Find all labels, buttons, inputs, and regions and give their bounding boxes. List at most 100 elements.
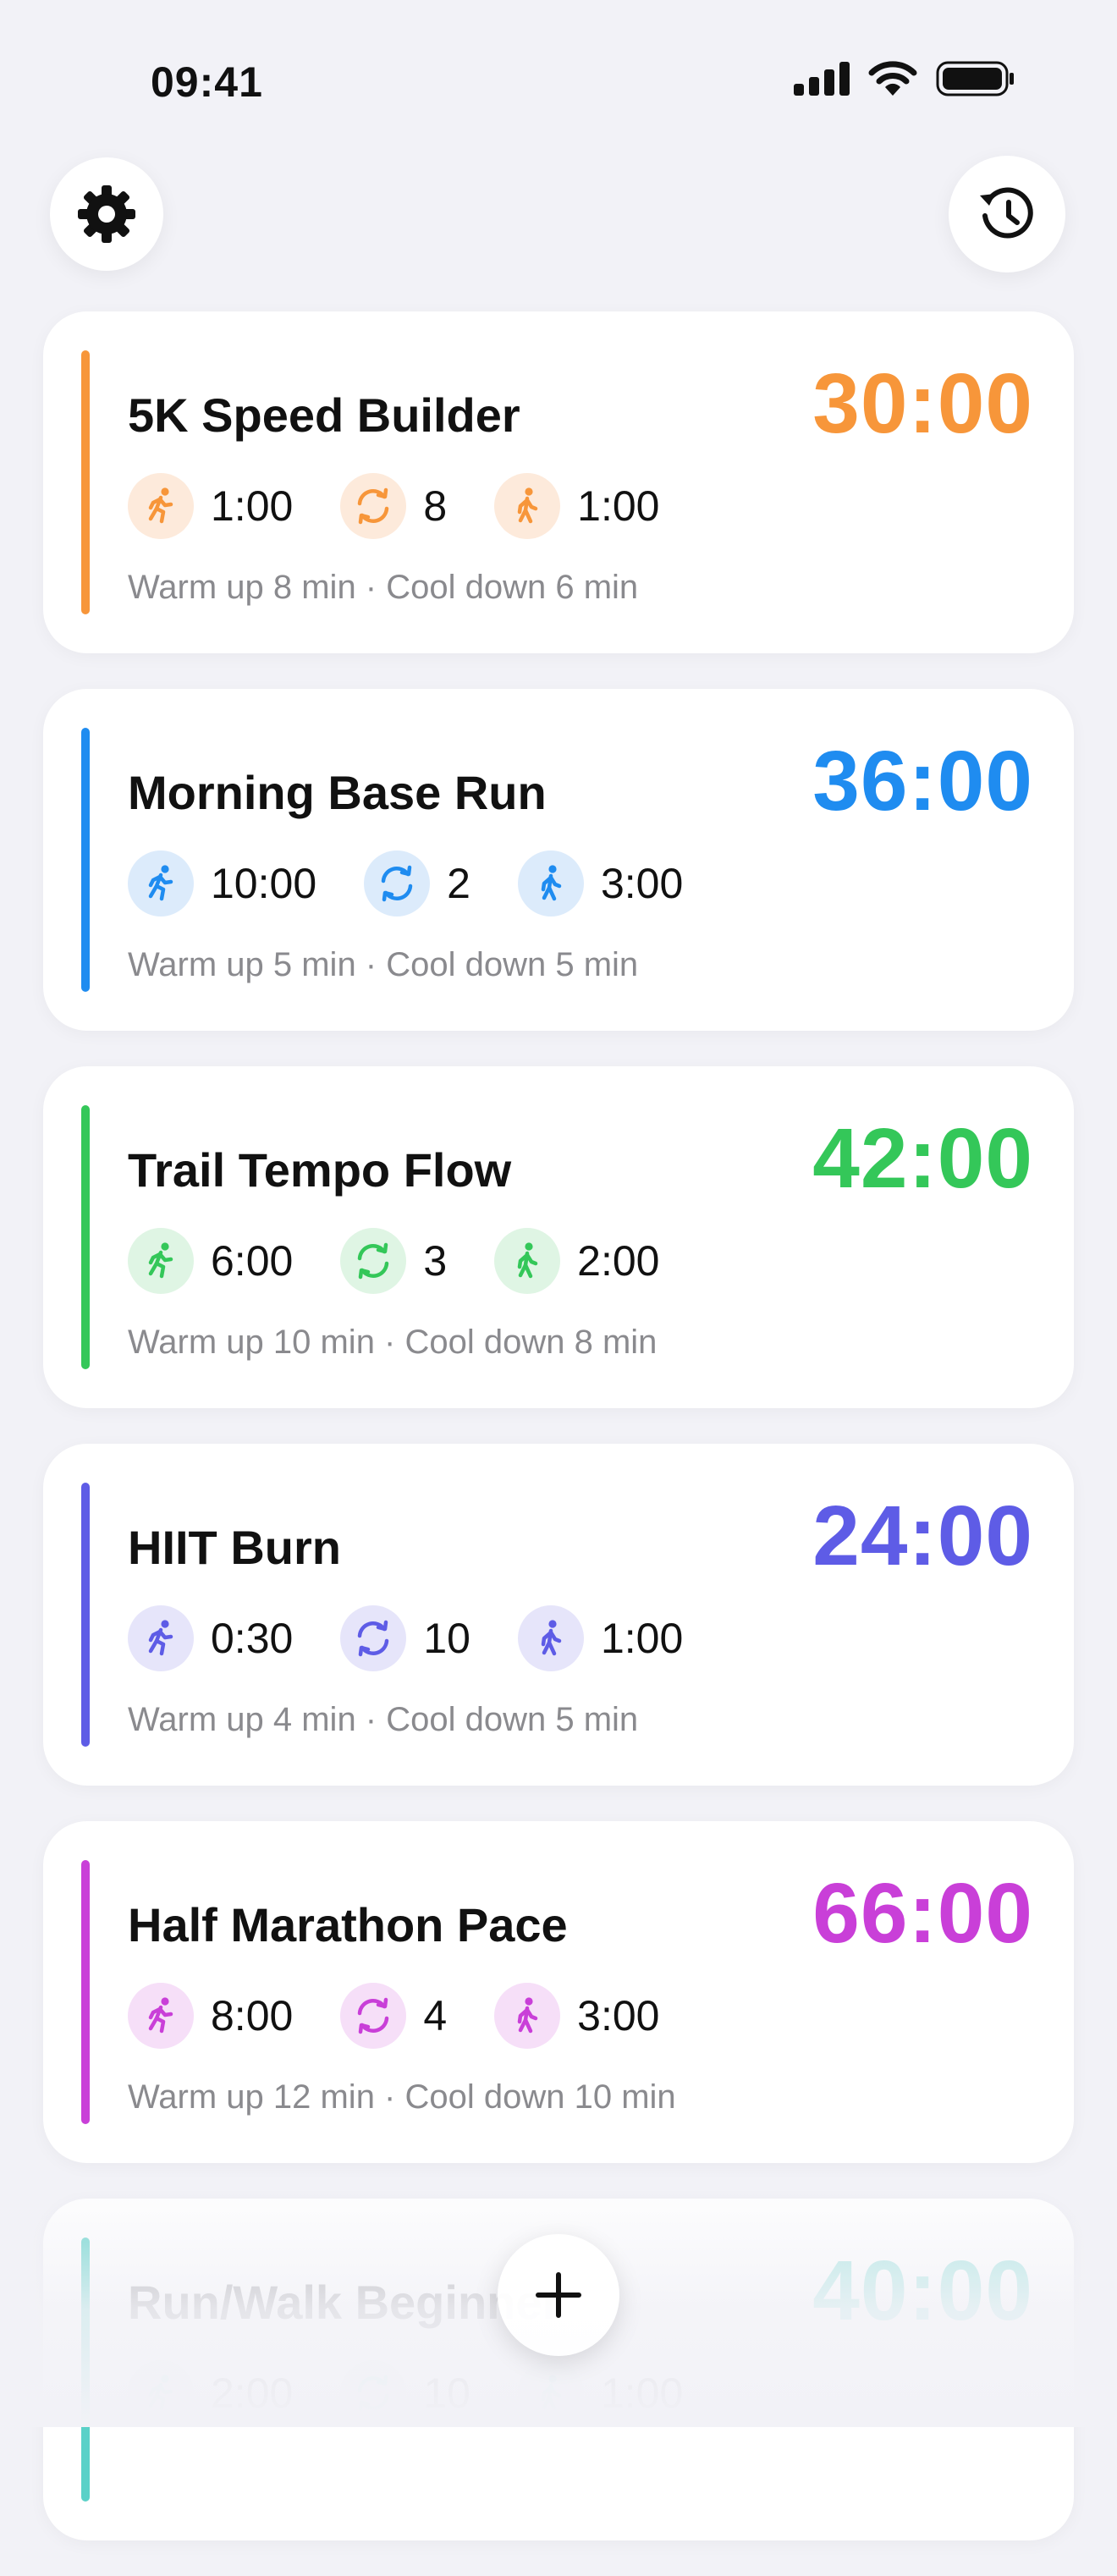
- walk-chip: [494, 473, 561, 539]
- workout-accent-bar: [81, 1483, 90, 1747]
- gear-icon: [78, 185, 135, 243]
- history-button[interactable]: [949, 156, 1065, 272]
- workout-stats: 0:30 10 1:00: [128, 1604, 730, 1672]
- walking-figure-icon: [517, 1997, 538, 2034]
- walk-duration: 2:00: [577, 1237, 660, 1285]
- workout-total-time: 36:00: [812, 734, 1033, 828]
- running-figure-icon: [148, 865, 173, 901]
- run-interval: 6:00: [128, 1228, 293, 1294]
- walking-figure-icon: [541, 2375, 562, 2411]
- walk-duration: 3:00: [577, 1992, 660, 2039]
- workout-stats: 2:00 10 1:00: [128, 2359, 730, 2427]
- warmup-cooldown-note: Warm up 12 min · Cool down 10 min: [128, 2078, 676, 2116]
- workout-total-time: 24:00: [812, 1489, 1033, 1583]
- run-duration: 8:00: [211, 1992, 294, 2039]
- walk-chip: [517, 2360, 584, 2426]
- repeat-cycle-icon: [358, 1997, 389, 2034]
- repeat-chip: [340, 1228, 407, 1294]
- workout-title: HIIT Burn: [128, 1521, 341, 1574]
- run-duration: 0:30: [211, 1615, 294, 1662]
- walk-interval: 1:00: [517, 2360, 684, 2426]
- walk-chip: [494, 1228, 561, 1294]
- add-workout-button[interactable]: [498, 2234, 619, 2356]
- workout-stats: 10:00 2 3:00: [128, 850, 730, 917]
- settings-button[interactable]: [50, 157, 163, 271]
- workout-card[interactable]: Morning Base Run 36:00 10:00 2 3:00 Warm…: [43, 689, 1074, 1031]
- walking-figure-icon: [541, 1620, 562, 1656]
- workout-title: 5K Speed Builder: [128, 388, 520, 442]
- wifi-icon: [868, 61, 917, 96]
- workout-title: Run/Walk Beginner: [128, 2276, 561, 2329]
- workout-card[interactable]: HIIT Burn 24:00 0:30 10 1:00 Warm up 4 m…: [43, 1444, 1074, 1786]
- repeat-chip: [340, 1983, 407, 2049]
- warmup-cooldown-note: Warm up 4 min · Cool down 5 min: [128, 1701, 639, 1738]
- walk-chip: [517, 850, 584, 916]
- walk-interval: 1:00: [494, 473, 659, 539]
- history-icon: [980, 187, 1033, 239]
- workout-total-time: 66:00: [812, 1866, 1033, 1961]
- workout-stats: 1:00 8 1:00: [128, 472, 707, 540]
- run-duration: 10:00: [211, 860, 317, 907]
- repeat-cycle-icon: [358, 1620, 389, 1657]
- warmup-cooldown-note: Warm up 5 min · Cool down 5 min: [128, 946, 639, 983]
- warmup-cooldown-note: Warm up 8 min · Cool down 6 min: [128, 569, 639, 606]
- workout-card[interactable]: 5K Speed Builder 30:00 1:00 8 1:00 Warm …: [43, 311, 1074, 653]
- workout-accent-bar: [81, 2237, 90, 2502]
- workout-title: Trail Tempo Flow: [128, 1143, 512, 1197]
- walk-interval: 3:00: [494, 1983, 659, 2049]
- running-figure-icon: [148, 1997, 173, 2034]
- workout-title: Morning Base Run: [128, 766, 547, 819]
- walking-figure-icon: [541, 865, 562, 901]
- running-figure-icon: [148, 1242, 173, 1279]
- run-chip: [128, 1983, 194, 2049]
- running-figure-icon: [148, 1620, 173, 1656]
- run-duration: 2:00: [211, 2370, 294, 2417]
- repeat-value: 2: [447, 860, 470, 907]
- run-duration: 6:00: [211, 1237, 294, 1285]
- plus-icon: [536, 2272, 581, 2318]
- repeat-chip: [340, 1605, 407, 1671]
- workout-card[interactable]: Trail Tempo Flow 42:00 6:00 3 2:00 Warm …: [43, 1066, 1074, 1408]
- run-chip: [128, 850, 194, 916]
- repeat-cycle-icon: [358, 2375, 389, 2412]
- run-interval: 10:00: [128, 850, 316, 916]
- run-chip: [128, 473, 194, 539]
- walk-duration: 1:00: [600, 1615, 684, 1662]
- workout-card[interactable]: Half Marathon Pace 66:00 8:00 4 3:00 War…: [43, 1821, 1074, 2163]
- status-icons: [794, 61, 1015, 96]
- run-duration: 1:00: [211, 482, 294, 530]
- repeat-chip: [340, 473, 407, 539]
- repeat-value: 10: [423, 2370, 470, 2417]
- workout-accent-bar: [81, 1860, 90, 2124]
- battery-icon: [936, 61, 1014, 96]
- walk-interval: 1:00: [517, 1605, 684, 1671]
- walking-figure-icon: [517, 1242, 538, 1279]
- workout-stats: 8:00 4 3:00: [128, 1982, 707, 2050]
- cellular-signal-icon: [794, 62, 850, 96]
- walk-duration: 1:00: [577, 482, 660, 530]
- repeat-chip: [340, 2360, 407, 2426]
- workout-total-time: 40:00: [812, 2243, 1033, 2338]
- warmup-cooldown-note: Warm up 10 min · Cool down 8 min: [128, 1324, 658, 1361]
- repeat-chip: [364, 850, 431, 916]
- workout-stats: 6:00 3 2:00: [128, 1227, 707, 1295]
- walk-duration: 1:00: [600, 2370, 684, 2417]
- running-figure-icon: [148, 487, 173, 524]
- repeat-count: 10: [340, 2360, 470, 2426]
- run-interval: 2:00: [128, 2360, 293, 2426]
- run-chip: [128, 1605, 194, 1671]
- run-interval: 1:00: [128, 473, 293, 539]
- repeat-value: 8: [423, 482, 448, 530]
- walk-interval: 2:00: [494, 1228, 659, 1294]
- run-interval: 0:30: [128, 1605, 293, 1671]
- workout-total-time: 30:00: [812, 356, 1033, 451]
- repeat-cycle-icon: [358, 1242, 389, 1280]
- repeat-count: 8: [340, 473, 447, 539]
- workout-accent-bar: [81, 728, 90, 992]
- repeat-cycle-icon: [358, 487, 389, 525]
- workout-accent-bar: [81, 350, 90, 614]
- workout-total-time: 42:00: [812, 1111, 1033, 1206]
- walk-interval: 3:00: [517, 850, 683, 916]
- repeat-count: 10: [340, 1605, 470, 1671]
- walk-chip: [517, 1605, 584, 1671]
